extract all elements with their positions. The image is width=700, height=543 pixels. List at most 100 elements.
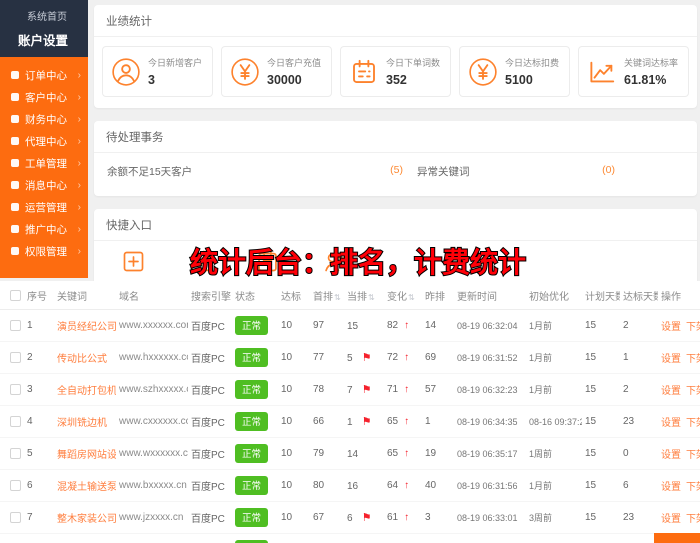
sidebar: 系统首页 账户设置 订单中心›客户中心›财务中心›代理中心›工单管理›消息中心›… <box>0 0 88 278</box>
select-all-checkbox[interactable] <box>10 290 21 301</box>
settings-link[interactable]: 设置 <box>661 322 681 333</box>
cell-target: 10 <box>278 310 310 342</box>
cell-no: 6 <box>24 470 54 502</box>
column-header: 初始优化 <box>526 281 582 310</box>
keyword-link[interactable]: 深圳铣边机 <box>57 418 107 429</box>
calendar-icon <box>349 57 379 87</box>
status-badge: 正常 <box>235 444 268 463</box>
offline-link[interactable]: 下架 <box>686 450 700 461</box>
operation-icon <box>11 203 19 211</box>
cell-current-rank: 6 <box>347 513 353 524</box>
keyword-link[interactable]: 整木家装公司 <box>57 514 116 525</box>
sidebar-item-account-settings[interactable]: 账户设置 <box>0 25 88 50</box>
sidebar-item-order[interactable]: 订单中心› <box>0 64 88 86</box>
cell-engine: 百度PC <box>188 534 232 543</box>
settings-link[interactable]: 设置 <box>661 450 681 461</box>
keyword-link[interactable]: 演员经纪公司 <box>57 322 116 333</box>
sidebar-item-workorder[interactable]: 工单管理› <box>0 152 88 174</box>
row-checkbox[interactable] <box>10 352 21 363</box>
cell-plan-days: 15 <box>582 534 620 543</box>
sidebar-item-operation[interactable]: 运营管理› <box>0 196 88 218</box>
cell-yesterday-rank: 19 <box>422 438 454 470</box>
stat-recharge[interactable]: 今日客户充值 30000 <box>221 46 332 97</box>
keyword-table-wrap: 序号关键词域名搜索引擎状态达标首排⇅当排⇅变化⇅昨排更新时间初始优化计划天数达标… <box>0 281 700 543</box>
stat-order-words[interactable]: 今日下单词数 352 <box>340 46 451 97</box>
sidebar-item-message[interactable]: 消息中心› <box>0 174 88 196</box>
row-checkbox[interactable] <box>10 416 21 427</box>
cell-plan-days: 15 <box>582 406 620 438</box>
pending-count[interactable]: (0) <box>602 164 615 179</box>
stat-label: 关键词达标率 <box>624 56 678 69</box>
column-header: 昨排 <box>422 281 454 310</box>
settings-link[interactable]: 设置 <box>661 514 681 525</box>
row-checkbox[interactable] <box>10 480 21 491</box>
sort-icon[interactable]: ⇅ <box>334 293 341 302</box>
status-badge: 正常 <box>235 316 268 335</box>
flag-icon: ⚑ <box>362 352 372 364</box>
row-checkbox[interactable] <box>10 384 21 395</box>
pending-item-low-balance[interactable]: 余额不足15天客户 (5) <box>107 164 403 179</box>
cell-first-rank: 78 <box>310 374 344 406</box>
offline-link[interactable]: 下架 <box>686 514 700 525</box>
table-row: 6 混凝土输送泵车 www.bxxxxx.cn 百度PC 正常 10 80 16… <box>0 470 700 502</box>
cell-domain: www.xxxxxx.com.cn <box>116 310 188 342</box>
row-checkbox[interactable] <box>10 320 21 331</box>
settings-link[interactable]: 设置 <box>661 354 681 365</box>
keyword-link[interactable]: 全自动打包机 <box>57 386 116 397</box>
offline-link[interactable]: 下架 <box>686 322 700 333</box>
cell-no: 1 <box>24 310 54 342</box>
offline-link[interactable]: 下架 <box>686 354 700 365</box>
column-header[interactable]: 当排⇅ <box>344 281 384 310</box>
stat-value: 5100 <box>505 73 559 87</box>
stat-reach-rate[interactable]: 关键词达标率 61.81% <box>578 46 689 97</box>
cell-engine: 百度PC <box>188 310 232 342</box>
up-arrow-icon: ↑ <box>404 480 409 491</box>
cell-change: 72 <box>387 352 398 363</box>
user-circle-icon <box>111 57 141 87</box>
status-badge: 正常 <box>235 348 268 367</box>
cell-initial-opt: 1周前 <box>526 438 582 470</box>
sidebar-item-agent[interactable]: 代理中心› <box>0 130 88 152</box>
sidebar-item-finance[interactable]: 财务中心› <box>0 108 88 130</box>
offline-link[interactable]: 下架 <box>686 418 700 429</box>
table-row: 4 深圳铣边机 www.cxxxxxx.com 百度PC 正常 10 66 1⚑… <box>0 406 700 438</box>
sidebar-item-system-home[interactable]: 系统首页 <box>0 5 88 25</box>
performance-title: 业绩统计 <box>94 5 697 37</box>
cell-no: 8 <box>24 534 54 543</box>
pending-item-abnormal-keywords[interactable]: 异常关键词 (0) <box>417 164 615 179</box>
settings-link[interactable]: 设置 <box>661 386 681 397</box>
row-checkbox[interactable] <box>10 512 21 523</box>
keyword-link[interactable]: 舞蹈房网站设计 <box>57 450 116 461</box>
cell-change: 82 <box>387 320 398 331</box>
settings-link[interactable]: 设置 <box>661 418 681 429</box>
cell-yesterday-rank: 1 <box>422 406 454 438</box>
floating-button[interactable] <box>654 533 700 543</box>
pending-card: 待处理事务 余额不足15天客户 (5) 异常关键词 (0) <box>94 121 697 196</box>
sidebar-item-customer[interactable]: 客户中心› <box>0 86 88 108</box>
sidebar-item-promotion[interactable]: 推广中心› <box>0 218 88 240</box>
offline-link[interactable]: 下架 <box>686 386 700 397</box>
stat-row: 今日新增客户 3 今日客户充值 30000 今日下单词数 <box>94 37 697 108</box>
settings-link[interactable]: 设置 <box>661 482 681 493</box>
column-header: 关键词 <box>54 281 116 310</box>
keyword-link[interactable]: 混凝土输送泵车 <box>57 482 116 493</box>
cell-current-rank: 14 <box>347 449 358 460</box>
stat-deduction[interactable]: 今日达标扣费 5100 <box>459 46 570 97</box>
yen-circle-icon <box>468 57 498 87</box>
offline-link[interactable]: 下架 <box>686 482 700 493</box>
column-header[interactable]: 首排⇅ <box>310 281 344 310</box>
sort-icon[interactable]: ⇅ <box>408 293 415 302</box>
sidebar-item-permission[interactable]: 权限管理› <box>0 240 88 262</box>
column-header[interactable]: 变化⇅ <box>384 281 422 310</box>
pending-count[interactable]: (5) <box>390 164 403 179</box>
flag-icon: ⚑ <box>362 416 372 428</box>
sort-icon[interactable]: ⇅ <box>368 293 375 302</box>
row-checkbox[interactable] <box>10 448 21 459</box>
stat-value: 352 <box>386 73 440 87</box>
flag-icon: ⚑ <box>362 512 372 524</box>
stat-new-customers[interactable]: 今日新增客户 3 <box>102 46 213 97</box>
stat-value: 3 <box>148 73 202 87</box>
column-header: 操作 <box>658 281 700 310</box>
keyword-link[interactable]: 传动比公式 <box>57 354 107 365</box>
cell-first-rank: 77 <box>310 342 344 374</box>
